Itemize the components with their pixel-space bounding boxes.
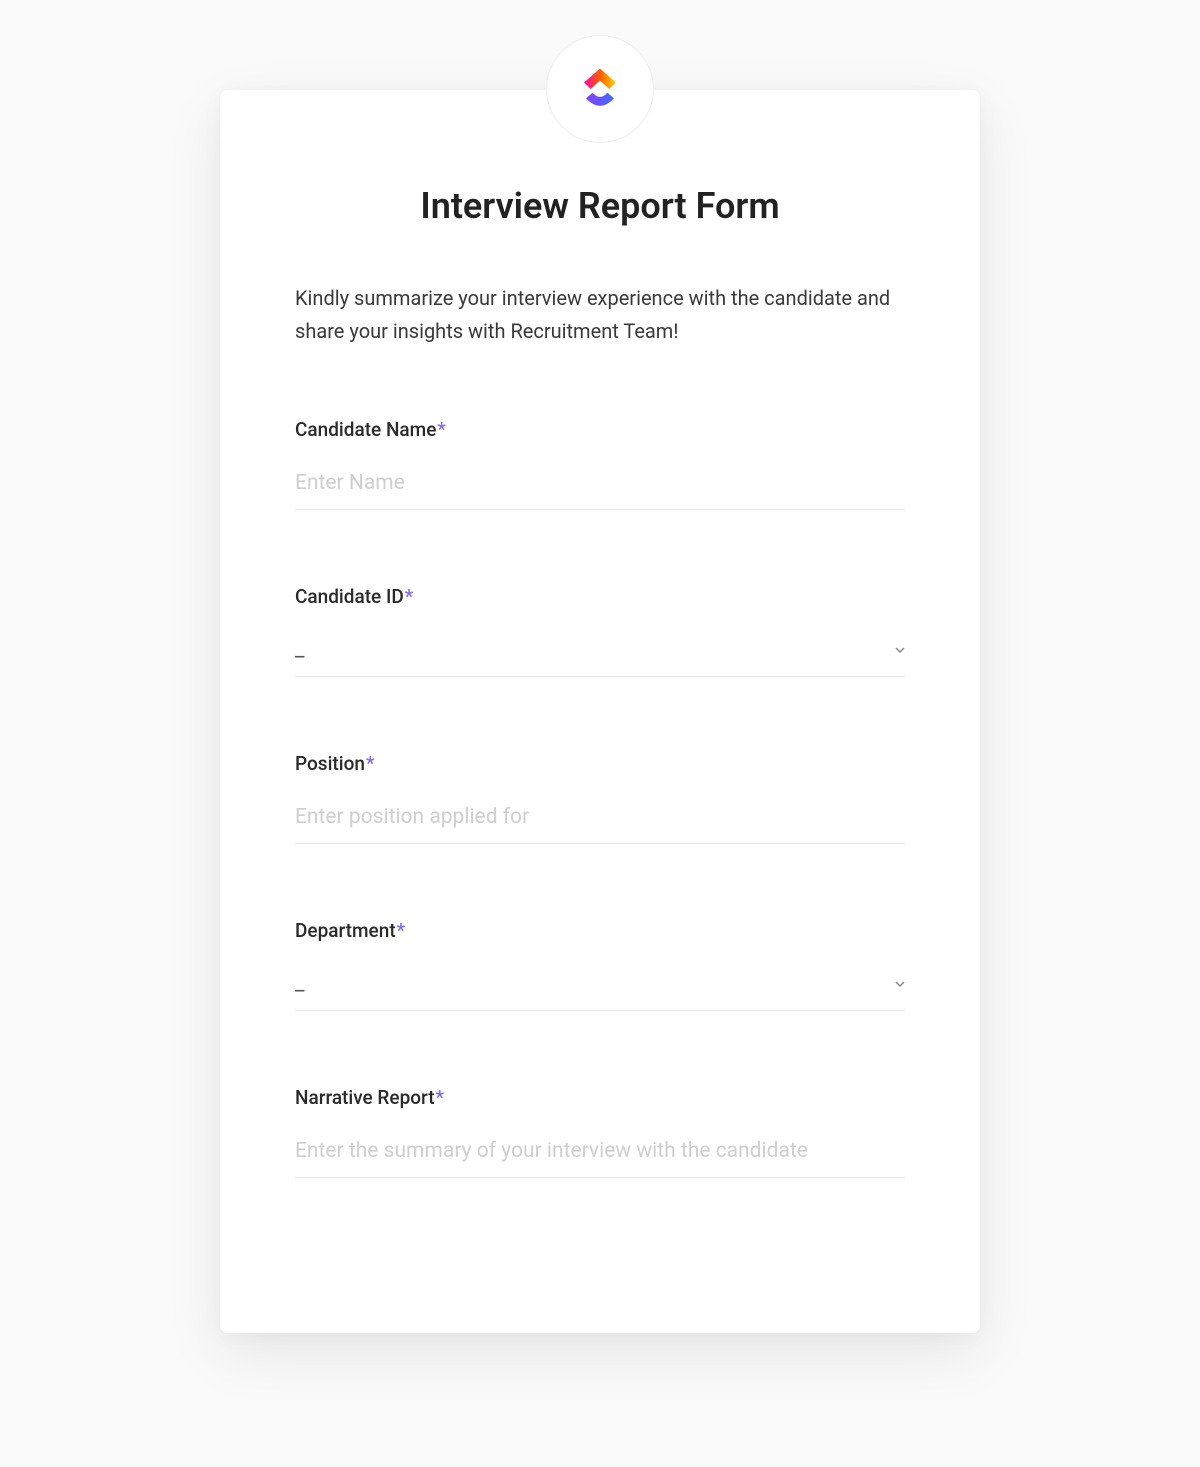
- form-card: Interview Report Form Kindly summarize y…: [220, 90, 980, 1333]
- candidate-id-label: Candidate ID*: [295, 585, 905, 608]
- field-position: Position*: [295, 752, 905, 844]
- narrative-report-label: Narrative Report*: [295, 1086, 905, 1109]
- field-candidate-id: Candidate ID* _: [295, 585, 905, 677]
- narrative-report-input[interactable]: [295, 1131, 905, 1178]
- required-asterisk: *: [397, 919, 405, 942]
- candidate-name-input[interactable]: [295, 463, 905, 510]
- page-container: Interview Report Form Kindly summarize y…: [0, 0, 1200, 1333]
- field-department: Department* _: [295, 919, 905, 1011]
- field-narrative-report: Narrative Report*: [295, 1086, 905, 1178]
- clickup-logo-icon: [572, 61, 628, 117]
- required-asterisk: *: [405, 585, 413, 608]
- field-candidate-name: Candidate Name*: [295, 418, 905, 510]
- logo-circle: [546, 35, 654, 143]
- required-asterisk: *: [437, 418, 445, 441]
- required-asterisk: *: [366, 752, 374, 775]
- position-label: Position*: [295, 752, 905, 775]
- chevron-down-icon: [895, 979, 905, 989]
- chevron-down-icon: [895, 645, 905, 655]
- form-title: Interview Report Form: [295, 185, 905, 227]
- candidate-id-select[interactable]: _: [295, 630, 905, 677]
- candidate-name-label: Candidate Name*: [295, 418, 905, 441]
- form-description: Kindly summarize your interview experien…: [295, 282, 905, 348]
- label-text: Position: [295, 752, 365, 775]
- label-text: Narrative Report: [295, 1086, 435, 1109]
- label-text: Candidate ID: [295, 585, 404, 608]
- label-text: Department: [295, 919, 396, 942]
- department-select[interactable]: _: [295, 964, 905, 1011]
- department-label: Department*: [295, 919, 905, 942]
- select-value: _: [295, 638, 304, 662]
- required-asterisk: *: [436, 1086, 444, 1109]
- select-value: _: [295, 972, 304, 996]
- position-input[interactable]: [295, 797, 905, 844]
- label-text: Candidate Name: [295, 418, 436, 441]
